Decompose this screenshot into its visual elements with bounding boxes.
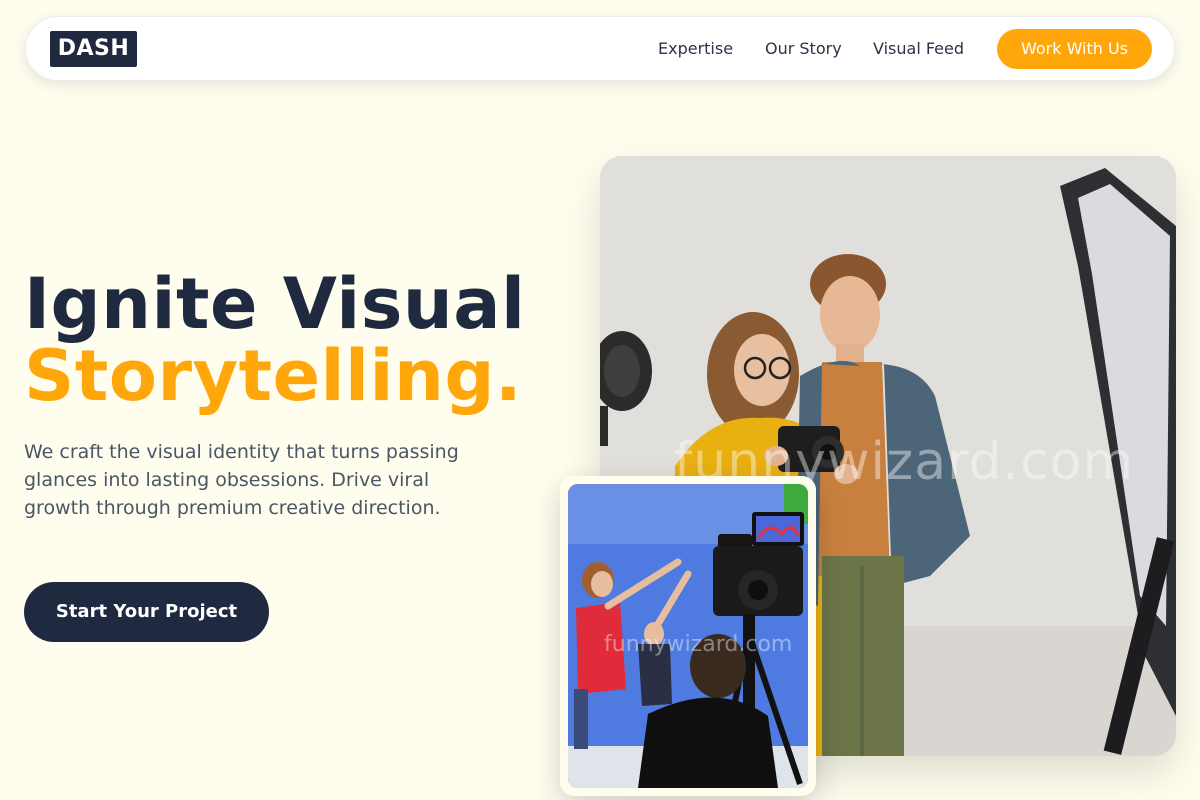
inset-photo-frame: funnywizard.com xyxy=(560,476,816,796)
headline-line-1: Ignite Visual xyxy=(24,263,526,345)
inset-photo: funnywizard.com xyxy=(568,484,808,788)
nav-link-our-story[interactable]: Our Story xyxy=(765,17,842,82)
hero-headline: Ignite Visual Storytelling. xyxy=(24,268,525,412)
dash-logo[interactable]: DASH xyxy=(50,31,137,67)
navbar: DASH Expertise Our Story Visual Feed Wor… xyxy=(25,16,1175,81)
nav-link-expertise[interactable]: Expertise xyxy=(658,17,733,82)
work-with-us-button[interactable]: Work With Us xyxy=(997,29,1152,69)
hero-subcopy: We craft the visual identity that turns … xyxy=(24,441,459,519)
film-set-illustration xyxy=(568,484,808,788)
start-your-project-button[interactable]: Start Your Project xyxy=(24,582,269,642)
nav-link-visual-feed[interactable]: Visual Feed xyxy=(873,17,964,82)
headline-line-2: Storytelling. xyxy=(24,335,523,417)
